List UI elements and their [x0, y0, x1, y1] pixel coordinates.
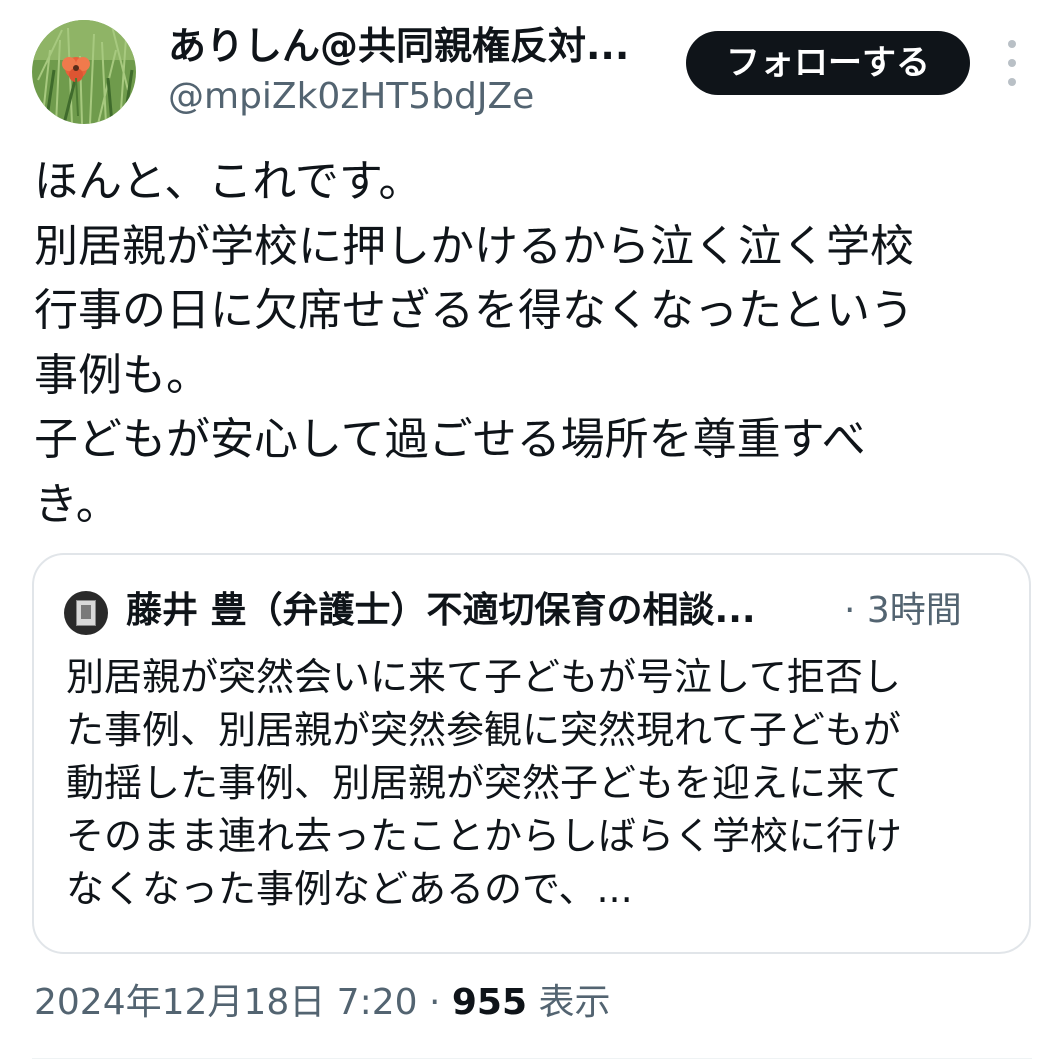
tweet-text-line: ほんと、これです。	[34, 156, 423, 207]
divider	[32, 1058, 1032, 1059]
tweet-text: ほんと、これです。 別居親が学校に押しかけるから泣く泣く学校 行事の日に欠席せざ…	[34, 150, 1034, 537]
author-avatar[interactable]	[32, 20, 136, 124]
tweet-text-line: 子どもが安心して過ごせる場所を尊重すべ	[34, 414, 866, 465]
quote-tweet-card[interactable]: 藤井 豊（弁護士）不適切保育の相談... · 3時間 別居親が突然会いに来て子ど…	[32, 553, 1031, 954]
quote-author-name: 藤井 豊（弁護士）不適切保育の相談...	[126, 590, 756, 631]
more-vertical-icon[interactable]	[996, 40, 1028, 86]
quote-text-line: そのまま連れ去ったことからしばらく学校に行け	[66, 814, 903, 858]
quote-text-line: た事例、別居親が突然参観に突然現れて子どもが	[66, 708, 901, 752]
quote-author-avatar	[64, 591, 108, 635]
views-label: 表示	[527, 982, 611, 1023]
flower-avatar-icon	[32, 20, 136, 124]
quote-text-line: 動揺した事例、別居親が突然子どもを迎えに来て	[66, 761, 903, 805]
tweet-text-line: 別居親が学校に押しかけるから泣く泣く学校	[34, 220, 914, 272]
tweet: ありしん@共同親権反対... @mpiZk0zHT5bdJZe フォローする ほ…	[0, 0, 1064, 1064]
author-display-name[interactable]: ありしん@共同親権反対...	[168, 22, 629, 70]
meta-separator: ·	[417, 982, 452, 1023]
tweet-text-line: き。	[34, 478, 120, 530]
author-handle[interactable]: @mpiZk0zHT5bdJZe	[168, 74, 534, 120]
tweet-text-line: 行事の日に欠席せざるを得なくなったという	[34, 285, 914, 336]
tweet-timestamp[interactable]: 2024年12月18日 7:20	[34, 982, 418, 1023]
more-dot	[1008, 78, 1016, 86]
more-dot	[1008, 40, 1016, 48]
tweet-meta: 2024年12月18日 7:20 · 955 表示	[34, 978, 610, 1028]
quote-text-line: なくなった事例などあるので、...	[66, 867, 633, 911]
avatar-figure	[81, 605, 91, 619]
follow-button[interactable]: フォローする	[686, 31, 970, 95]
more-dot	[1008, 59, 1016, 67]
views-count: 955	[451, 982, 528, 1023]
quote-text: 別居親が突然会いに来て子どもが号泣して拒否し た事例、別居親が突然参観に突然現れ…	[66, 651, 1016, 916]
tweet-text-line: 事例も。	[34, 349, 210, 401]
quote-text-line: 別居親が突然会いに来て子どもが号泣して拒否し	[66, 655, 901, 699]
quote-timestamp: · 3時間	[844, 590, 962, 631]
